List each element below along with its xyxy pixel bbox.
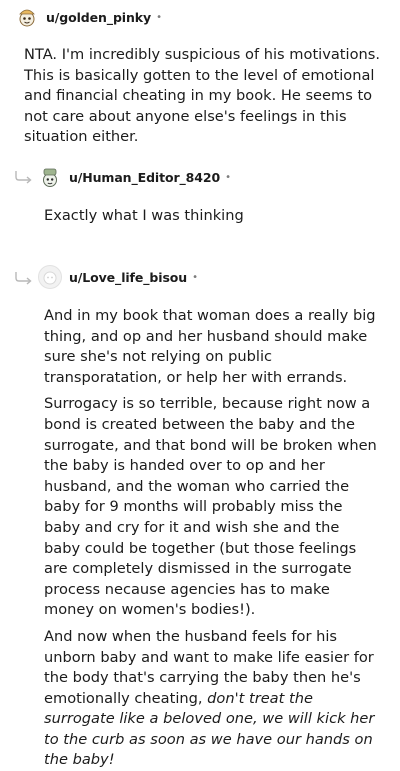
comment-paragraph: Exactly what I was thinking bbox=[44, 207, 244, 224]
separator-dot: • bbox=[192, 271, 198, 283]
comment-header: u/Love_life_bisou • bbox=[38, 265, 198, 289]
reply-arrow-icon bbox=[15, 171, 32, 184]
comment-paragraph: NTA. I'm incredibly suspicious of his mo… bbox=[24, 46, 380, 146]
comment-body: Exactly what I was thinking bbox=[44, 206, 384, 227]
comment-body: NTA. I'm incredibly suspicious of his mo… bbox=[24, 45, 382, 148]
comment-paragraph: And now when the husband feels for his u… bbox=[44, 627, 380, 771]
username[interactable]: u/Love_life_bisou bbox=[69, 270, 187, 285]
comment-header: u/Human_Editor_8420 • bbox=[38, 165, 231, 189]
reply-arrow-icon bbox=[15, 272, 32, 285]
comment-paragraph: And in my book that woman does a really … bbox=[44, 307, 376, 386]
username[interactable]: u/Human_Editor_8420 bbox=[69, 170, 220, 185]
separator-dot: • bbox=[156, 11, 162, 23]
comment-header: u/golden_pinky • bbox=[15, 5, 162, 29]
default-avatar-icon[interactable] bbox=[38, 265, 62, 289]
snoo-avatar-icon[interactable] bbox=[38, 165, 62, 189]
comment-body: And in my book that woman does a really … bbox=[44, 306, 380, 771]
separator-dot: • bbox=[225, 171, 231, 183]
snoo-avatar-icon[interactable] bbox=[15, 5, 39, 29]
username[interactable]: u/golden_pinky bbox=[46, 10, 151, 25]
comment-paragraph: Surrogacy is so terrible, because right … bbox=[44, 395, 377, 619]
